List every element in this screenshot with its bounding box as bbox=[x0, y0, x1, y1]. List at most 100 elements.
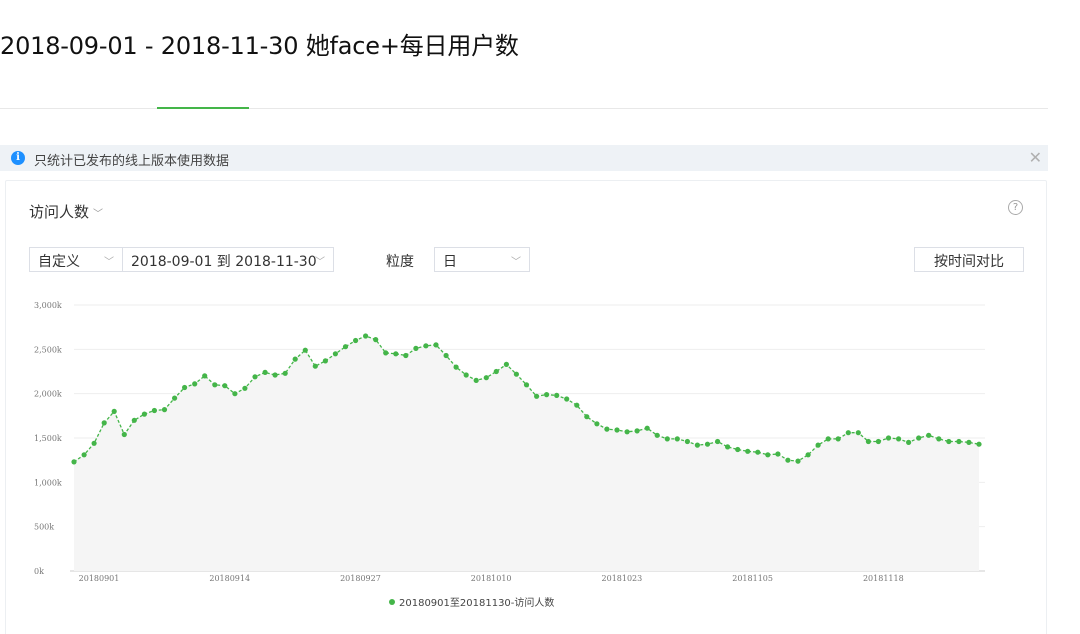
data-point bbox=[493, 368, 499, 375]
range-type-value: 自定义 bbox=[38, 254, 80, 270]
data-point bbox=[966, 439, 972, 445]
data-point bbox=[192, 381, 198, 387]
data-point bbox=[865, 438, 872, 445]
data-point bbox=[946, 438, 952, 445]
data-point bbox=[182, 384, 188, 391]
chevron-down-icon: ﹀ bbox=[315, 257, 325, 268]
notice-text: 只统计已发布的线上版本使用数据 bbox=[34, 154, 230, 169]
data-point bbox=[383, 350, 389, 356]
data-point bbox=[453, 364, 459, 370]
active-tab-indicator[interactable] bbox=[157, 107, 249, 109]
data-point bbox=[735, 446, 741, 453]
data-point bbox=[212, 382, 218, 388]
range-type-select[interactable]: 自定义 ﹀ bbox=[29, 247, 123, 272]
data-point bbox=[121, 431, 127, 438]
data-point bbox=[443, 352, 449, 359]
date-range-picker[interactable]: 2018-09-01 到 2018-11-30 ﹀ bbox=[122, 247, 334, 272]
data-point bbox=[805, 452, 811, 458]
data-point bbox=[91, 440, 97, 446]
y-tick-label: 2,500k bbox=[34, 345, 62, 354]
legend-label: 20180901至20181130-访问人数 bbox=[399, 596, 554, 609]
y-tick-label: 1,000k bbox=[34, 478, 62, 487]
data-point bbox=[825, 436, 831, 442]
data-point bbox=[141, 411, 147, 417]
data-point bbox=[554, 392, 560, 398]
x-tick-label: 20181118 bbox=[863, 574, 904, 583]
page-title: 2018-09-01 - 2018-11-30 她face+每日用户数 bbox=[0, 32, 519, 60]
compare-button[interactable]: 按时间对比 bbox=[914, 247, 1024, 272]
data-point bbox=[564, 396, 570, 402]
data-point bbox=[252, 374, 258, 380]
data-point bbox=[845, 430, 851, 436]
y-tick-label: 500k bbox=[34, 523, 54, 532]
data-point bbox=[403, 352, 409, 359]
series-area bbox=[74, 336, 979, 571]
data-point bbox=[483, 375, 489, 381]
data-point bbox=[322, 358, 328, 364]
chevron-down-icon: ﹀ bbox=[93, 209, 104, 220]
data-point bbox=[926, 432, 932, 438]
legend-marker bbox=[389, 599, 395, 605]
x-tick-label: 20181010 bbox=[471, 574, 512, 583]
x-tick-label: 20180901 bbox=[79, 574, 120, 583]
data-point bbox=[624, 429, 630, 435]
data-point bbox=[312, 363, 318, 369]
data-point bbox=[755, 449, 761, 455]
data-point bbox=[131, 417, 137, 423]
data-point bbox=[172, 395, 178, 401]
data-point bbox=[222, 383, 228, 389]
data-point bbox=[151, 407, 157, 414]
data-point bbox=[282, 370, 288, 376]
data-point bbox=[161, 407, 168, 413]
granularity-select[interactable]: 日 ﹀ bbox=[434, 247, 530, 272]
data-point bbox=[101, 420, 107, 426]
data-point bbox=[896, 436, 902, 442]
question-icon[interactable]: ? bbox=[1008, 200, 1023, 215]
data-point bbox=[654, 432, 660, 438]
data-point bbox=[242, 385, 248, 391]
data-point bbox=[684, 438, 691, 445]
data-point bbox=[835, 436, 841, 442]
data-point bbox=[916, 435, 922, 441]
data-point bbox=[534, 393, 540, 399]
data-point bbox=[81, 452, 87, 458]
y-tick-label: 1,500k bbox=[34, 434, 62, 443]
granularity-label: 粒度 bbox=[386, 254, 414, 270]
x-tick-label: 20180927 bbox=[340, 574, 381, 583]
data-point bbox=[704, 441, 711, 447]
data-point bbox=[875, 438, 882, 445]
data-point bbox=[906, 439, 912, 445]
data-point bbox=[503, 361, 509, 367]
data-point bbox=[604, 426, 610, 432]
data-point bbox=[594, 421, 600, 427]
chevron-down-icon: ﹀ bbox=[104, 257, 114, 268]
data-point bbox=[584, 414, 590, 420]
data-point bbox=[262, 369, 268, 375]
close-icon[interactable]: ✕ bbox=[1029, 148, 1042, 167]
data-point bbox=[885, 435, 892, 441]
data-point bbox=[302, 347, 308, 353]
data-point bbox=[765, 452, 771, 458]
x-tick-label: 20180914 bbox=[209, 574, 250, 583]
data-point bbox=[232, 391, 238, 397]
data-point bbox=[725, 444, 731, 450]
data-point bbox=[574, 402, 580, 408]
data-point bbox=[956, 438, 962, 445]
metric-select[interactable]: 访问人数 ﹀ bbox=[29, 201, 103, 222]
data-point bbox=[785, 457, 791, 463]
data-point bbox=[664, 436, 670, 442]
granularity-value: 日 bbox=[443, 254, 457, 270]
data-point bbox=[463, 372, 469, 378]
data-point bbox=[745, 448, 751, 454]
data-point bbox=[473, 377, 479, 383]
data-point bbox=[674, 436, 680, 442]
data-point bbox=[795, 458, 801, 464]
data-point bbox=[644, 425, 650, 431]
data-point bbox=[202, 373, 208, 379]
data-point bbox=[523, 382, 530, 388]
data-point bbox=[393, 351, 399, 357]
data-point bbox=[373, 337, 379, 343]
y-tick-label: 3,000k bbox=[34, 301, 62, 310]
data-point bbox=[423, 343, 429, 349]
data-point bbox=[111, 408, 117, 414]
